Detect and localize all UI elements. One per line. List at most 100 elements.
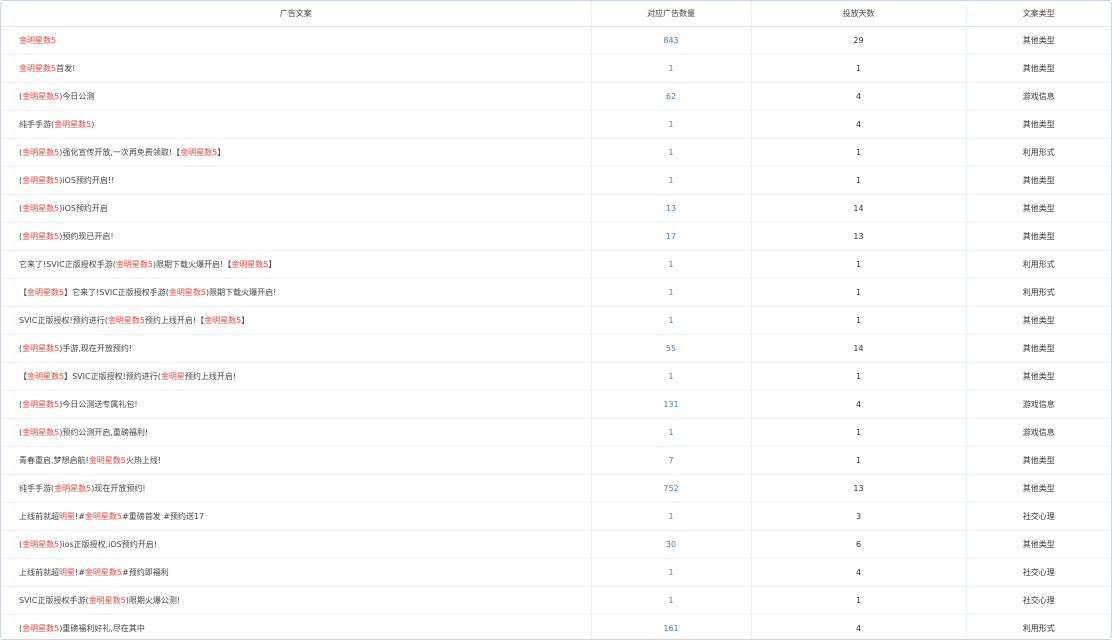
- keyword-highlight: 金明星数5: [84, 512, 123, 521]
- ad-copy-cell: (金明星数5)iOS预约开启!!: [1, 166, 592, 195]
- table-row[interactable]: (金明星数5)预约现已开启! 17 13 其他类型: [1, 222, 1111, 251]
- copy-text: !#: [75, 568, 85, 577]
- table-row[interactable]: (金明星数5)ios正版授权,iOS预约开启! 30 6 其他类型: [1, 530, 1111, 559]
- ad-copy-cell: 金明星数5首发!: [1, 54, 592, 83]
- copy-text: 预约上线开启!: [184, 372, 237, 381]
- keyword-highlight: 金明星数5: [22, 344, 60, 353]
- copy-text: 【: [19, 372, 27, 381]
- days-cell: 1: [751, 166, 967, 195]
- ad-count-link[interactable]: 1: [591, 166, 752, 195]
- ad-count-link[interactable]: 62: [591, 82, 752, 111]
- copy-text: 青春重启,梦想启航!: [19, 456, 89, 465]
- copy-type-cell: 其他类型: [966, 474, 1111, 503]
- ad-copy-cell: 纯手手游(金明星数5)现在开放预约!: [1, 474, 592, 503]
- ad-count-link[interactable]: 1: [591, 418, 752, 447]
- table-row[interactable]: 青春重启,梦想启航!金明星数5火热上线! 7 1 其他类型: [1, 446, 1111, 475]
- copy-text: 】SVIC正版授权!预约进行(: [64, 372, 161, 381]
- ad-count-link[interactable]: 1: [591, 138, 752, 167]
- ad-copy-cell: SVIC正版授权手游(金明星数5)限期火爆公测!: [1, 586, 592, 615]
- days-cell: 13: [751, 474, 967, 503]
- copy-text: )现在开放预约!: [91, 484, 146, 493]
- ad-count-link[interactable]: 7: [591, 446, 752, 475]
- table-row[interactable]: (金明星数5)iOS预约开启!! 1 1 其他类型: [1, 166, 1111, 195]
- copy-text: )限期火爆公测!: [125, 596, 181, 605]
- header-ad-count[interactable]: 对应广告数量: [591, 1, 752, 27]
- copy-text: )限期下载火爆开启!: [206, 288, 277, 297]
- table-row[interactable]: (金明星数5)手游,现在开放预约! 55 14 其他类型: [1, 334, 1111, 363]
- days-cell: 4: [751, 614, 967, 639]
- table-row[interactable]: (金明星数5)预约公测开启,重磅福利! 1 1 游戏信息: [1, 418, 1111, 447]
- header-days[interactable]: 投放天数: [751, 1, 967, 27]
- table-row[interactable]: (金明星数5)iOS预约开启 13 14 其他类型: [1, 194, 1111, 223]
- copy-type-cell: 利用形式: [966, 614, 1111, 639]
- copy-text: )iOS预约开启!!: [59, 176, 115, 185]
- copy-text: SVIC正版授权!预约进行(: [19, 316, 108, 325]
- table-row[interactable]: 【金明星数5】它来了!SVIC正版授权手游(金明星数5)限期下载火爆开启! 1 1 利…: [1, 278, 1111, 307]
- table-header-row: 广告文案 对应广告数量 投放天数 文案类型: [1, 1, 1111, 27]
- copy-type-cell: 其他类型: [966, 110, 1111, 139]
- ad-count-link[interactable]: 55: [591, 334, 752, 363]
- copy-text: )预约公测开启,重磅福利!: [59, 428, 149, 437]
- copy-text: )预约现已开启!: [59, 232, 114, 241]
- ad-count-link[interactable]: 13: [591, 194, 752, 223]
- table-row[interactable]: 金明星数5 843 29 其他类型: [1, 26, 1111, 55]
- table-row[interactable]: (金明星数5)重磅福利好礼,尽在其中 161 4 利用形式: [1, 614, 1111, 639]
- ad-count-link[interactable]: 1: [591, 278, 752, 307]
- keyword-highlight: 金明星数5: [22, 204, 60, 213]
- copy-type-cell: 其他类型: [966, 166, 1111, 195]
- ad-copy-cell: (金明星数5)iOS预约开启: [1, 194, 592, 223]
- table-row[interactable]: (金明星数5)强化宣传开放,一次再免费领取!【金明星数5】 1 1 利用形式: [1, 138, 1111, 167]
- copy-type-cell: 利用形式: [966, 250, 1111, 279]
- ad-count-link[interactable]: 17: [591, 222, 752, 251]
- ad-count-link[interactable]: 1: [591, 54, 752, 83]
- ad-count-link[interactable]: 1: [591, 110, 752, 139]
- table-row[interactable]: (金明星数5)今日公测 62 4 游戏信息: [1, 82, 1111, 111]
- days-cell: 4: [751, 82, 967, 111]
- table-row[interactable]: 【金明星数5】SVIC正版授权!预约进行(金明星预约上线开启! 1 1 其他类型: [1, 362, 1111, 391]
- header-copy-type[interactable]: 文案类型: [966, 1, 1111, 27]
- keyword-highlight: 明星: [59, 568, 75, 577]
- keyword-highlight: 金明星数5: [204, 316, 242, 325]
- copy-text: 上线前就超: [19, 512, 59, 521]
- table-row[interactable]: 纯手手游(金明星数5)现在开放预约! 752 13 其他类型: [1, 474, 1111, 503]
- ad-count-link[interactable]: 1: [591, 306, 752, 335]
- copy-type-cell: 其他类型: [966, 26, 1111, 55]
- keyword-highlight: 金明星数5: [22, 400, 60, 409]
- copy-type-cell: 其他类型: [966, 362, 1111, 391]
- ad-count-link[interactable]: 1: [591, 586, 752, 615]
- ad-count-link[interactable]: 161: [591, 614, 752, 639]
- ad-copy-cell: 【金明星数5】它来了!SVIC正版授权手游(金明星数5)限期下载火爆开启!: [1, 278, 592, 307]
- days-cell: 1: [751, 54, 967, 83]
- table-row[interactable]: 金明星数5首发! 1 1 其他类型: [1, 54, 1111, 83]
- days-cell: 1: [751, 418, 967, 447]
- table-row[interactable]: 上线前就超明星!#金明星数5#预约即福利 1 4 社交心理: [1, 558, 1111, 587]
- table-row[interactable]: SVIC正版授权手游(金明星数5)限期火爆公测! 1 1 社交心理: [1, 586, 1111, 615]
- table-body: 金明星数5 843 29 其他类型 金明星数5首发! 1 1 其他类型 (金明星数5)今日公测 6…: [1, 26, 1111, 639]
- table-row[interactable]: (金明星数5)今日公测送专属礼包! 131 4 游戏信息: [1, 390, 1111, 419]
- copy-text: )iOS预约开启: [59, 204, 108, 213]
- ad-copy-cell: (金明星数5)预约公测开启,重磅福利!: [1, 418, 592, 447]
- copy-text: 首发!: [56, 64, 76, 73]
- ad-count-link[interactable]: 1: [591, 558, 752, 587]
- ad-count-link[interactable]: 1: [591, 362, 752, 391]
- keyword-highlight: 金明星数5: [22, 176, 60, 185]
- table-row[interactable]: 纯手手游(金明星数5) 1 4 其他类型: [1, 110, 1111, 139]
- ad-count-link[interactable]: 843: [591, 26, 752, 55]
- ad-count-link[interactable]: 30: [591, 530, 752, 559]
- ad-copy-cell: (金明星数5)手游,现在开放预约!: [1, 334, 592, 363]
- header-ad-copy[interactable]: 广告文案: [1, 1, 592, 27]
- keyword-highlight: 金明星数5: [27, 288, 65, 297]
- table-row[interactable]: 它来了!SVIC正版授权手游(金明星数5)限期下载火爆开启!【金明星数5】 1 1 利…: [1, 250, 1111, 279]
- ad-copy-cell: 它来了!SVIC正版授权手游(金明星数5)限期下载火爆开启!【金明星数5】: [1, 250, 592, 279]
- ad-copy-cell: 金明星数5: [1, 26, 592, 55]
- table-row[interactable]: 上线前就超明星!#金明星数5#重磅首发 #预约送17 1 3 社交心理: [1, 502, 1111, 531]
- copy-type-cell: 社交心理: [966, 502, 1111, 531]
- ad-copy-cell: 青春重启,梦想启航!金明星数5火热上线!: [1, 446, 592, 475]
- ad-count-link[interactable]: 752: [591, 474, 752, 503]
- days-cell: 3: [751, 502, 967, 531]
- copy-type-cell: 游戏信息: [966, 418, 1111, 447]
- table-row[interactable]: SVIC正版授权!预约进行(金明星数5预约上线开启!【金明星数5】 1 1 其他类型: [1, 306, 1111, 335]
- ad-count-link[interactable]: 1: [591, 250, 752, 279]
- ad-count-link[interactable]: 1: [591, 502, 752, 531]
- ad-count-link[interactable]: 131: [591, 390, 752, 419]
